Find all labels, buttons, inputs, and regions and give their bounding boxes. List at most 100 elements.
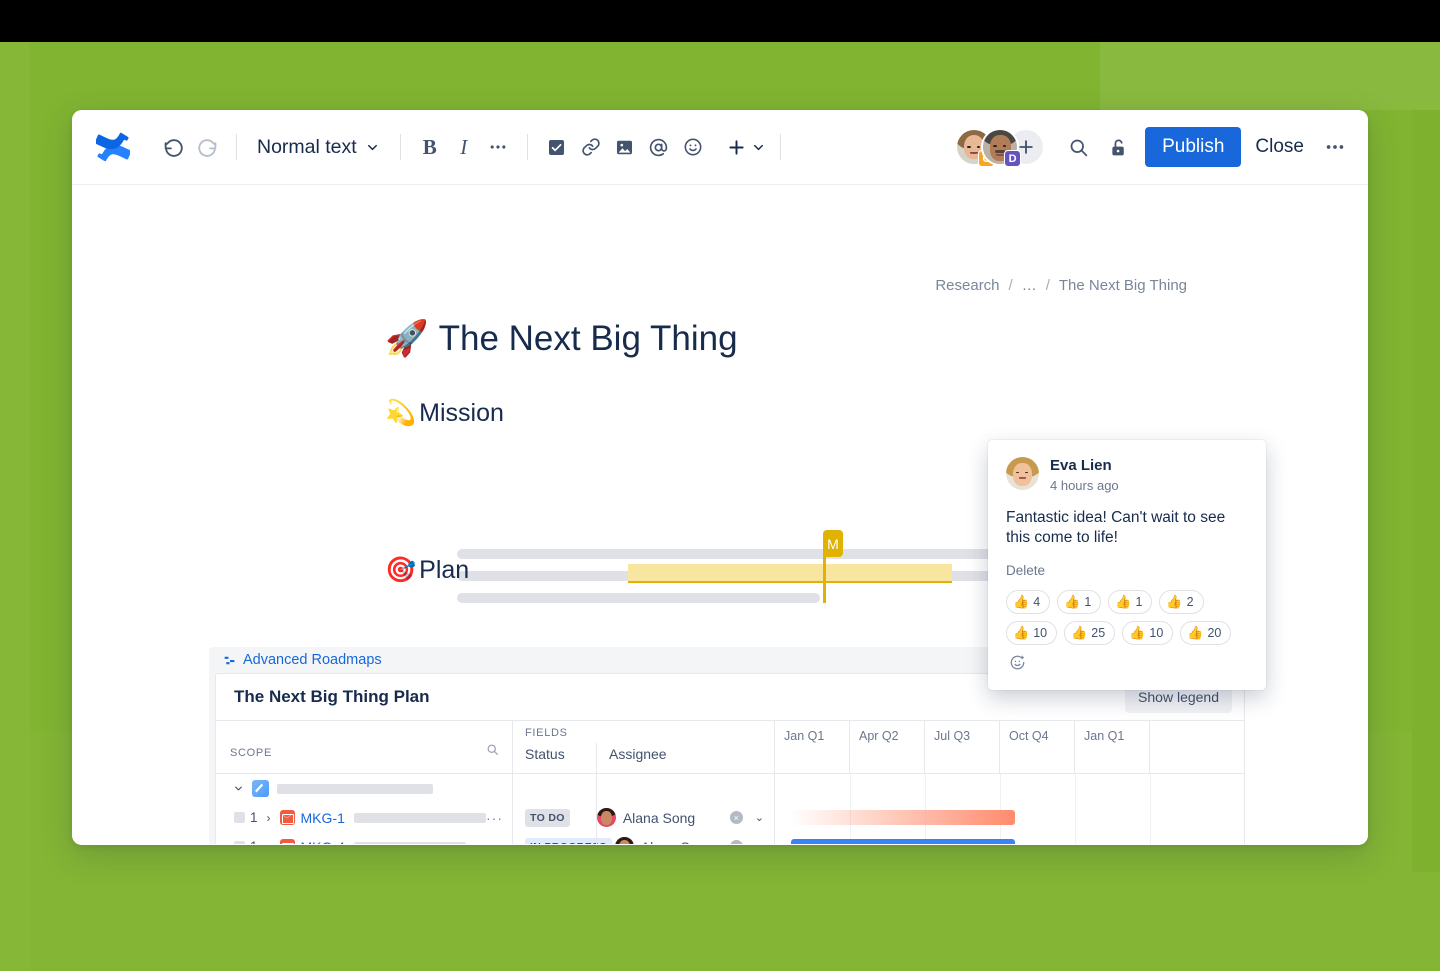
ellipsis-icon <box>1326 145 1344 149</box>
status-column-header: Status <box>525 746 565 762</box>
search-icon <box>487 744 498 755</box>
reaction-pill[interactable]: 👍 2 <box>1159 589 1204 614</box>
issue-key[interactable]: MKG-4 <box>301 839 345 845</box>
thumbs-up-icon: 👍 <box>1064 593 1081 609</box>
reaction-pill[interactable]: 👍 10 <box>1006 620 1058 645</box>
more-formatting-button[interactable] <box>481 130 515 164</box>
assignee-column-header: Assignee <box>609 746 667 762</box>
status-badge[interactable]: TO DO <box>525 808 570 827</box>
timeline-period-empty <box>1150 721 1225 773</box>
table-row[interactable]: 1 › MKG-4 ··· <box>216 832 512 844</box>
italic-button[interactable]: I <box>447 130 481 164</box>
more-actions-button[interactable] <box>1318 130 1352 164</box>
undo-icon <box>164 138 183 157</box>
undo-button[interactable] <box>156 130 190 164</box>
reaction-count: 20 <box>1207 625 1222 640</box>
status-badge[interactable]: IN PROGRESS <box>525 837 612 844</box>
reaction-pill[interactable]: 👍 4 <box>1006 589 1051 614</box>
collaborator-avatars: G D <box>955 128 1046 167</box>
restrictions-button[interactable] <box>1101 130 1135 164</box>
comment-delete-button[interactable]: Delete <box>1006 563 1248 578</box>
background-accent-topright <box>1100 42 1440 110</box>
row-count: 1 <box>250 839 258 844</box>
reaction-count: 10 <box>1033 625 1048 640</box>
close-button[interactable]: Close <box>1241 127 1318 167</box>
reaction-count: 2 <box>1186 594 1194 609</box>
action-item-button[interactable] <box>540 130 574 164</box>
comment-meta: Eva Lien 4 hours ago <box>1050 457 1119 493</box>
link-button[interactable] <box>574 130 608 164</box>
comment-text: Fantastic idea! Can't wait to see this c… <box>1006 508 1226 547</box>
reaction-pill[interactable]: 👍 1 <box>1108 589 1153 614</box>
reaction-count: 25 <box>1091 625 1106 640</box>
image-icon <box>617 140 633 154</box>
assignee-cell[interactable]: Alana Song <box>614 837 713 844</box>
gantt-bar[interactable]: ← <box>791 839 1015 844</box>
plan-grid-body: 1 › MKG-1 ··· 1 › MKG-4 <box>216 774 1244 844</box>
fields-row: TO DO Alana Song × ⌄ <box>513 803 774 832</box>
row-checkbox[interactable] <box>234 812 245 823</box>
row-actions-button[interactable]: ··· <box>486 810 503 826</box>
row-actions-button[interactable]: ··· <box>486 839 503 845</box>
timeline-period: Jan Q1 <box>1075 721 1150 773</box>
comment-author: Eva Lien <box>1050 457 1112 474</box>
reaction-pill[interactable]: 👍 25 <box>1064 620 1116 645</box>
reaction-count: 1 <box>1084 594 1092 609</box>
section-heading-text: Plan <box>419 556 470 584</box>
gantt-bar[interactable] <box>791 810 1015 825</box>
issue-type-icon <box>279 839 295 844</box>
mention-button[interactable] <box>642 130 676 164</box>
issue-type-icon <box>279 810 295 825</box>
add-reaction-button[interactable] <box>1006 652 1028 674</box>
issue-summary-placeholder <box>353 812 486 823</box>
bold-icon: B <box>422 134 437 159</box>
breadcrumb-item-ellipsis[interactable]: … <box>1022 277 1037 294</box>
bold-button[interactable]: B <box>413 130 447 164</box>
expand-icon[interactable]: › <box>267 840 271 845</box>
reaction-pill[interactable]: 👍 10 <box>1122 620 1174 645</box>
image-button[interactable] <box>608 130 642 164</box>
clear-assignee-button[interactable]: × <box>729 811 743 824</box>
breadcrumb-item-research[interactable]: Research <box>935 277 999 294</box>
search-button[interactable] <box>1061 130 1095 164</box>
reaction-pill[interactable]: 👍 1 <box>1057 589 1102 614</box>
expand-icon[interactable]: › <box>267 811 271 825</box>
scope-search-button[interactable] <box>486 743 499 761</box>
breadcrumb-separator: / <box>1045 277 1050 294</box>
redo-button[interactable] <box>190 130 224 164</box>
roadmap-icon <box>224 656 235 664</box>
emoji-icon <box>684 138 702 156</box>
row-checkbox[interactable] <box>234 841 245 844</box>
issue-key[interactable]: MKG-1 <box>301 810 345 826</box>
breadcrumb-item-current[interactable]: The Next Big Thing <box>1059 277 1187 294</box>
reaction-pill[interactable]: 👍 20 <box>1180 620 1232 645</box>
page-title[interactable]: 🚀 The Next Big Thing <box>385 318 738 359</box>
italic-icon: I <box>460 134 468 159</box>
confluence-logo[interactable] <box>94 130 132 164</box>
row-count: 1 <box>250 810 258 825</box>
scope-group-row[interactable] <box>216 774 512 803</box>
assignee-dropdown-button[interactable]: ⌄ <box>755 840 764 844</box>
assignee-name: Alana Song <box>622 809 696 826</box>
chevron-down-icon[interactable] <box>233 783 244 794</box>
fields-column-header: FIELDS Status Assignee <box>513 721 775 773</box>
insert-dropdown[interactable] <box>718 137 768 158</box>
timeline-period: Jul Q3 <box>925 721 1000 773</box>
emoji-button[interactable] <box>676 130 710 164</box>
redo-icon <box>197 138 216 157</box>
plan-title: The Next Big Thing Plan <box>234 687 430 706</box>
text-style-dropdown[interactable]: Normal text <box>249 136 388 159</box>
avatar <box>1006 457 1039 490</box>
link-icon <box>581 138 600 156</box>
table-row[interactable]: 1 › MKG-1 ··· <box>216 803 512 832</box>
thumbs-up-icon: 👍 <box>1071 624 1088 640</box>
comment-reactions: 👍 4 👍 1 👍 1 👍 2 👍 10 👍 25 👍 10 👍 20 <box>1006 589 1248 674</box>
clear-assignee-button[interactable]: × <box>729 840 743 844</box>
avatar[interactable]: D <box>981 128 1022 167</box>
publish-button[interactable]: Publish <box>1145 127 1242 167</box>
assignee-cell[interactable]: Alana Song <box>596 808 696 827</box>
timeline-row <box>775 803 1244 832</box>
comment-header: Eva Lien 4 hours ago <box>1006 457 1248 493</box>
at-icon <box>650 138 668 156</box>
assignee-dropdown-button[interactable]: ⌄ <box>755 811 764 824</box>
